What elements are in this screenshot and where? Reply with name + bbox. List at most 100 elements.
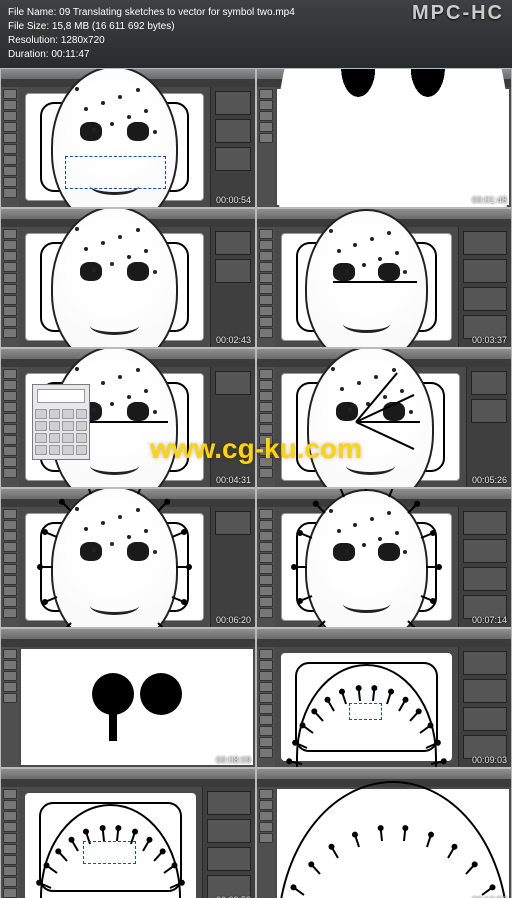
- side-panels[interactable]: [210, 367, 255, 487]
- pin-icon: [303, 726, 314, 735]
- canvas[interactable]: [25, 513, 204, 621]
- tool-panel[interactable]: [257, 87, 275, 207]
- guide-line[interactable]: [333, 281, 418, 283]
- tool-panel[interactable]: [257, 367, 275, 487]
- dot-icon: [118, 515, 122, 519]
- tool-panel[interactable]: [1, 787, 19, 898]
- pin-icon: [163, 866, 174, 875]
- canvas[interactable]: [25, 373, 204, 481]
- head-outline: [277, 781, 509, 898]
- pin-shapes: [92, 673, 182, 741]
- side-panels[interactable]: [210, 87, 255, 207]
- tool-panel[interactable]: [1, 367, 19, 487]
- dot-icon: [127, 395, 131, 399]
- guide-line[interactable]: [79, 421, 168, 423]
- pin-icon: [290, 760, 302, 764]
- pin-icon: [431, 760, 443, 764]
- timestamp: 00:02:43: [216, 335, 251, 345]
- label-resolution: Resolution:: [8, 35, 58, 46]
- pin-icon: [295, 566, 307, 568]
- pin-icon: [447, 847, 455, 858]
- thumb-cell: 00:04:31: [0, 348, 256, 488]
- dot-icon: [395, 251, 399, 255]
- canvas[interactable]: [281, 513, 452, 621]
- dot-icon: [110, 402, 114, 406]
- tool-panel[interactable]: [1, 507, 19, 627]
- selection-box[interactable]: [349, 703, 382, 720]
- side-panels[interactable]: [466, 367, 511, 487]
- side-panels[interactable]: [210, 227, 255, 347]
- dot-icon: [118, 235, 122, 239]
- dot-icon: [101, 241, 105, 245]
- dot-icon: [345, 269, 349, 273]
- canvas[interactable]: [281, 653, 452, 761]
- dot-icon: [136, 508, 140, 512]
- tool-panel[interactable]: [257, 647, 275, 767]
- tool-panel[interactable]: [1, 647, 19, 767]
- dot-icon: [370, 517, 374, 521]
- pin-icon: [419, 726, 430, 735]
- selection-box[interactable]: [83, 841, 136, 865]
- side-panels[interactable]: [458, 227, 511, 347]
- dot-icon: [392, 368, 396, 372]
- label-filename: File Name:: [8, 7, 56, 18]
- side-panels[interactable]: [458, 507, 511, 627]
- thumb-cell: 00:02:43: [0, 208, 256, 348]
- dot-icon: [353, 243, 357, 247]
- dot-icon: [329, 509, 333, 513]
- dot-icon: [101, 101, 105, 105]
- canvas[interactable]: [281, 373, 460, 481]
- tool-panel[interactable]: [257, 787, 275, 898]
- pin-icon: [357, 689, 360, 701]
- pin-icon: [465, 865, 475, 875]
- face-sketch: [305, 489, 427, 628]
- timestamp: 00:08:09: [216, 755, 251, 765]
- canvas[interactable]: [25, 233, 204, 341]
- dot-icon: [374, 375, 378, 379]
- canvas[interactable]: [277, 789, 509, 898]
- pin-icon: [314, 711, 324, 721]
- calculator-window[interactable]: [32, 384, 90, 460]
- dot-icon: [403, 270, 407, 274]
- pin-icon: [398, 700, 406, 711]
- label-duration: Duration:: [8, 49, 49, 60]
- pin-icon: [408, 620, 418, 628]
- thumb-cell: 00:07:14: [256, 488, 512, 628]
- dot-icon: [84, 107, 88, 111]
- label-filesize: File Size:: [8, 21, 49, 32]
- dot-icon: [84, 527, 88, 531]
- side-panels[interactable]: [458, 647, 511, 767]
- side-panels[interactable]: [210, 507, 255, 627]
- timestamp: 00:07:14: [472, 615, 507, 625]
- dot-icon: [118, 375, 122, 379]
- canvas[interactable]: [277, 89, 509, 205]
- tool-panel[interactable]: [1, 87, 19, 207]
- canvas[interactable]: [21, 649, 253, 765]
- dot-icon: [110, 262, 114, 266]
- canvas[interactable]: Pinhead: [25, 93, 204, 201]
- thumb-cell: 00:09:58: [0, 768, 256, 898]
- dot-icon: [400, 389, 404, 393]
- timestamp: 00:06:20: [216, 615, 251, 625]
- thumb-cell: Pinhead 00:00:54: [0, 68, 256, 208]
- timestamp: 00:05:26: [472, 475, 507, 485]
- calculator-keys[interactable]: [33, 407, 89, 457]
- pin-icon: [426, 835, 432, 847]
- pin-icon: [426, 742, 438, 749]
- tool-panel[interactable]: [257, 507, 275, 627]
- side-panels[interactable]: [202, 787, 255, 898]
- dot-icon: [387, 231, 391, 235]
- dot-icon: [84, 247, 88, 251]
- dot-icon: [329, 229, 333, 233]
- tool-panel[interactable]: [1, 227, 19, 347]
- dot-icon: [353, 523, 357, 527]
- dot-icon: [153, 410, 157, 414]
- canvas[interactable]: [25, 793, 196, 898]
- selection-box[interactable]: [65, 156, 166, 190]
- canvas[interactable]: [281, 233, 452, 341]
- pin-icon: [71, 840, 79, 851]
- pin-icon: [379, 829, 382, 841]
- tool-panel[interactable]: [257, 227, 275, 347]
- dot-icon: [75, 227, 79, 231]
- face-sketch: [305, 209, 427, 348]
